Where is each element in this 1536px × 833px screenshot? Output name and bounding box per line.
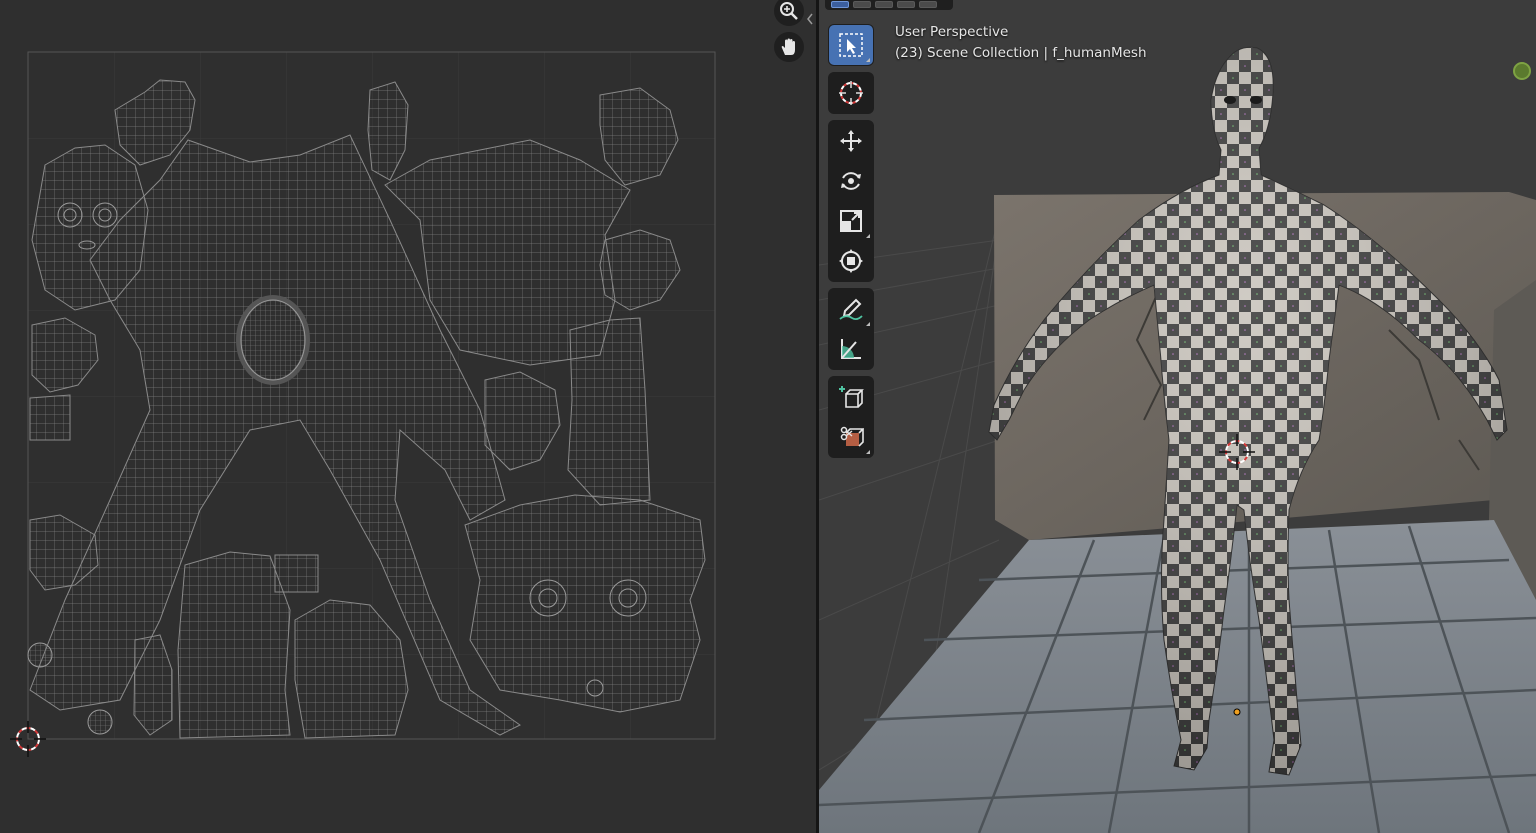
annotate-tool[interactable] [829,289,873,329]
extrude-icon [840,426,864,447]
tool-group-add [828,376,874,458]
tool-shelf [828,24,874,464]
uv-island-strip-2 [274,554,319,593]
add-cube-icon [839,386,864,408]
pan-button[interactable] [774,32,804,62]
select-mode-subtract[interactable] [875,1,893,8]
rotate-icon [841,172,861,190]
uv-island-side [567,317,651,506]
viewport-canvas[interactable] [819,0,1536,833]
collection-label: (23) Scene Collection | f_humanMesh [895,45,1147,61]
annotate-icon [839,298,863,321]
zoom-in-icon [780,2,798,20]
perspective-label: User Perspective [895,24,1009,40]
add-cube-tool[interactable] [829,377,873,417]
measure-tool[interactable] [829,329,873,369]
scale-icon [840,210,862,232]
tool-group-select [828,24,874,66]
move-icon [840,130,862,152]
scale-tool[interactable] [829,201,873,241]
transform-tool[interactable] [829,241,873,281]
select-mode-intersect[interactable] [919,1,937,8]
viewport-info-overlay: User Perspective (23) Scene Collection |… [895,22,1147,64]
uv-editor-area[interactable] [0,0,816,833]
3d-viewport[interactable]: User Perspective (23) Scene Collection |… [819,0,1536,833]
move-tool[interactable] [829,121,873,161]
navigation-gizmo[interactable] [1513,62,1531,80]
select-box-tool[interactable] [829,25,873,65]
chevron-left-icon[interactable] [805,12,815,26]
uv-island-torso-front [464,494,706,713]
select-mode-extend[interactable] [853,1,871,8]
tool-group-transform [828,120,874,282]
tool-group-annotate [828,288,874,370]
uv-canvas[interactable] [0,0,816,833]
select-mode-new[interactable] [831,1,849,8]
selection-mode-strip[interactable] [825,0,953,10]
cursor-icon [839,81,863,105]
cursor-tool[interactable] [829,73,873,113]
uv-island-shin-left [177,551,291,739]
uv-island-strip [29,394,71,441]
transform-icon [839,249,863,273]
object-origin [1233,708,1241,716]
hand-pan-icon [781,38,795,55]
extrude-tool[interactable] [829,417,873,457]
select-box-icon [839,33,863,57]
measure-icon [841,339,861,359]
rotate-tool[interactable] [829,161,873,201]
select-mode-invert[interactable] [897,1,915,8]
tool-group-cursor [828,72,874,114]
